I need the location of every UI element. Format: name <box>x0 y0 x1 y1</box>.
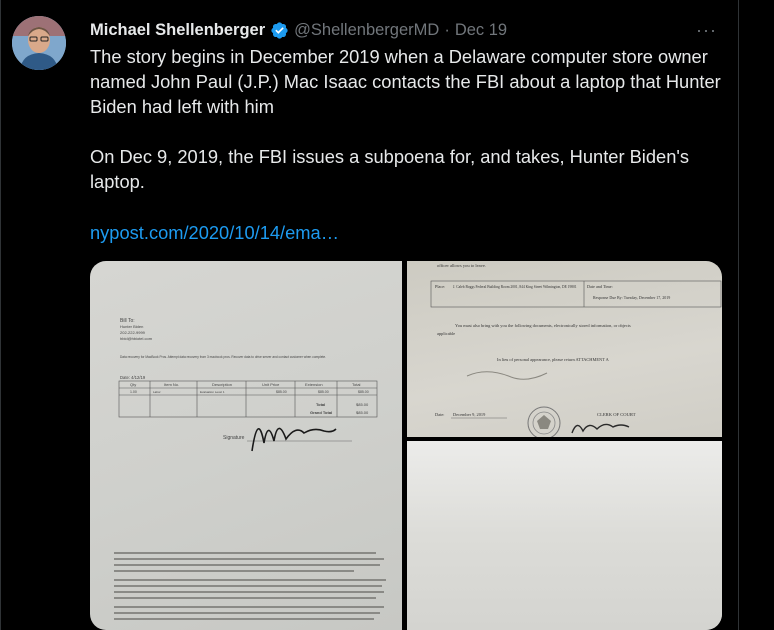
invoice-row-desc: Evaluation Level 1 <box>200 390 225 394</box>
timeline-right-border <box>738 0 739 630</box>
subpoena-date-time-label: Date and Time: <box>587 284 613 289</box>
tweet-link[interactable]: nypost.com/2020/10/14/ema… <box>90 222 339 244</box>
subpoena-bring-text-2: applicable <box>437 331 455 336</box>
subpoena-clerk-label: CLERK OF COURT <box>597 412 636 417</box>
subpoena-place-label: Place: <box>435 284 445 289</box>
separator-dot: · <box>444 20 450 39</box>
invoice-row-qty: 1.00 <box>130 390 137 394</box>
more-options-icon[interactable]: ··· <box>696 20 717 41</box>
invoice-signature-scribble <box>251 427 337 452</box>
clerk-signature-scribble <box>571 423 630 434</box>
timeline-left-border <box>0 0 1 630</box>
invoice-total-value: $85.00 <box>356 402 369 407</box>
avatar-photo <box>12 16 66 70</box>
invoice-name: Hunter Biden <box>120 324 143 329</box>
subpoena-date-label: Date: <box>435 412 445 417</box>
invoice-col-unit: Unit Price <box>262 382 280 387</box>
invoice-signature-label: Signature <box>223 435 245 441</box>
invoice-phone: 202-222-9999 <box>120 330 146 335</box>
subpoena-photo[interactable]: officer allows you to leave. Place: J. C… <box>407 261 722 437</box>
invoice-grand-total-label: Grand Total <box>310 410 332 415</box>
author-avatar[interactable] <box>12 16 66 70</box>
invoice-row-ext: $85.00 <box>318 390 329 394</box>
verified-badge-icon <box>270 21 289 40</box>
subpoena-date-time-value: Response Due By: Tuesday, December 17, 2… <box>593 295 670 301</box>
subpoena-in-lieu: In lieu of personal appearance, please r… <box>497 357 610 363</box>
invoice-email: hbid@hbiotel.com <box>120 336 153 341</box>
court-seal-icon <box>527 406 561 437</box>
tweet-paragraph-1: The story begins in December 2019 when a… <box>90 46 721 117</box>
tweet-header: Michael Shellenberger @ShellenbergerMD ·… <box>90 18 507 42</box>
invoice-photo[interactable]: Bill To: Hunter Biden 202-222-9999 hbid@… <box>90 261 402 630</box>
invoice-col-desc: Description <box>212 382 232 387</box>
subpoena-place-value: J. Caleb Boggs Federal Building Room 200… <box>453 285 577 290</box>
author-handle[interactable]: @ShellenbergerMD <box>294 21 439 40</box>
invoice-col-qty: Qty <box>130 382 136 387</box>
subpoena-date-value: December 9, 2019 <box>453 412 486 418</box>
media-grid: Bill To: Hunter Biden 202-222-9999 hbid@… <box>90 261 722 630</box>
blank-page-photo[interactable] <box>407 441 722 630</box>
subpoena-bring-text: You must also bring with you the followi… <box>455 323 631 329</box>
subpoena-top-line: officer allows you to leave. <box>437 263 486 268</box>
invoice-grand-total-value: $85.00 <box>356 410 369 415</box>
invoice-col-item: Item No. <box>164 382 179 387</box>
invoice-row-unit: $85.00 <box>276 390 287 394</box>
tweet-paragraph-2: On Dec 9, 2019, the FBI issues a subpoen… <box>90 146 690 192</box>
invoice-notice: Data recovery for MacBook Pros. Attempt … <box>120 355 326 359</box>
author-name[interactable]: Michael Shellenberger <box>90 21 265 40</box>
tweet-text: The story begins in December 2019 when a… <box>90 44 730 194</box>
tweet-date[interactable]: Dec 19 <box>455 21 507 40</box>
invoice-date: Date: 4/12/19 <box>120 375 146 380</box>
invoice-col-ext: Extension <box>305 382 323 387</box>
invoice-row-item: Labor <box>153 390 161 394</box>
invoice-row-total: $85.00 <box>358 390 369 394</box>
invoice-total-label: Total <box>316 402 325 407</box>
invoice-col-total: Total <box>352 382 361 387</box>
